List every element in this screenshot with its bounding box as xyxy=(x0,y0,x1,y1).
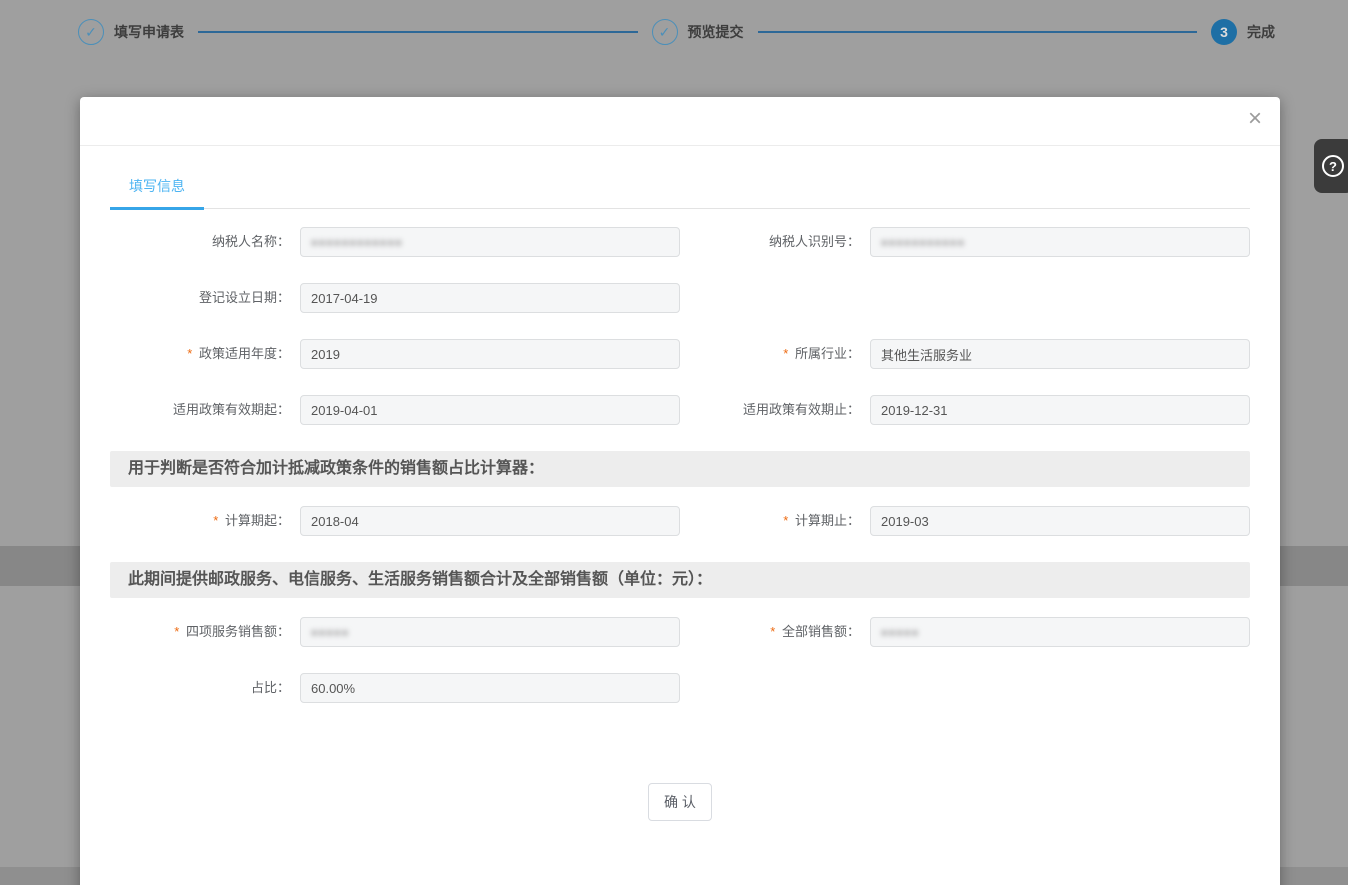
four-services-sales-input[interactable]: ●●●●● xyxy=(300,617,680,647)
stepper-step-preview-submit: ✓ 预览提交 xyxy=(651,19,744,45)
ratio-label: 占比： xyxy=(250,680,290,695)
redacted-value: ●●●●● xyxy=(311,627,350,639)
step-number-badge: 3 xyxy=(1211,19,1237,45)
required-marker: * xyxy=(213,513,219,528)
stepper-step-fill-form: ✓ 填写申请表 xyxy=(78,19,184,45)
fill-info-dialog: × 填写信息 纳税人名称： ●●●●●●●●●●●● 纳税人识别号： ●●●●●… xyxy=(80,97,1280,885)
valid-to-input[interactable] xyxy=(870,395,1250,425)
question-mark-icon: ? xyxy=(1322,155,1344,177)
calc-to-input[interactable] xyxy=(870,506,1250,536)
tab-bar: 填写信息 xyxy=(110,146,1250,210)
page: ✓ 填写申请表 ✓ 预览提交 3 完成 × 填写信息 纳税人名称： ●●●●●●… xyxy=(0,0,1348,885)
taxpayer-id-label: 纳税人识别号： xyxy=(768,234,860,249)
industry-label: * 所属行业： xyxy=(783,346,860,361)
application-form: 纳税人名称： ●●●●●●●●●●●● 纳税人识别号： ●●●●●●●●●●● xyxy=(110,209,1250,821)
total-sales-label: * 全部销售额： xyxy=(770,624,860,639)
form-row: * 四项服务销售额： ●●●●● * 全部销售额： ●●●●● xyxy=(110,617,1250,647)
form-row: * 政策适用年度： * 所属行业： xyxy=(110,339,1250,369)
dialog-header: × xyxy=(80,97,1280,146)
step-label: 完成 xyxy=(1247,24,1275,40)
step-label: 填写申请表 xyxy=(114,24,184,40)
check-circle-icon: ✓ xyxy=(78,19,104,45)
redacted-value: ●●●●● xyxy=(881,627,920,639)
taxpayer-name-input[interactable]: ●●●●●●●●●●●● xyxy=(300,227,680,257)
taxpayer-name-label: 纳税人名称： xyxy=(211,234,290,249)
stepper-step-complete: 3 完成 xyxy=(1211,19,1275,45)
form-row: 纳税人名称： ●●●●●●●●●●●● 纳税人识别号： ●●●●●●●●●●● xyxy=(110,227,1250,257)
help-button[interactable]: ? xyxy=(1314,139,1348,193)
calc-from-label: * 计算期起： xyxy=(213,513,290,528)
stepper-connector xyxy=(198,31,638,33)
check-circle-icon: ✓ xyxy=(651,19,678,45)
section-header-ratio-calculator: 用于判断是否符合加计抵减政策条件的销售额占比计算器： xyxy=(110,451,1250,487)
section-header-sales-totals: 此期间提供邮政服务、电信服务、生活服务销售额合计及全部销售额（单位：元）： xyxy=(110,562,1250,598)
policy-year-input[interactable] xyxy=(300,339,680,369)
confirm-button[interactable]: 确 认 xyxy=(648,783,712,821)
step-label: 预览提交 xyxy=(687,24,744,40)
taxpayer-id-input[interactable]: ●●●●●●●●●●● xyxy=(870,227,1250,257)
four-services-sales-label: * 四项服务销售额： xyxy=(174,624,290,639)
required-marker: * xyxy=(783,513,789,528)
ratio-input[interactable] xyxy=(300,673,680,703)
required-marker: * xyxy=(187,346,193,361)
stepper-connector xyxy=(757,31,1197,33)
wizard-stepper: ✓ 填写申请表 ✓ 预览提交 3 完成 xyxy=(0,0,1348,64)
total-sales-input[interactable]: ●●●●● xyxy=(870,617,1250,647)
register-date-input[interactable] xyxy=(300,283,680,313)
valid-from-label: 适用政策有效期起： xyxy=(172,402,290,417)
redacted-value: ●●●●●●●●●●●● xyxy=(311,237,403,249)
policy-year-label: * 政策适用年度： xyxy=(187,346,290,361)
calc-to-label: * 计算期止： xyxy=(783,513,860,528)
valid-to-label: 适用政策有效期止： xyxy=(742,402,860,417)
industry-input[interactable] xyxy=(870,339,1250,369)
redacted-value: ●●●●●●●●●●● xyxy=(881,237,966,249)
form-row: * 计算期起： * 计算期止： xyxy=(110,506,1250,536)
valid-from-input[interactable] xyxy=(300,395,680,425)
close-icon[interactable]: × xyxy=(1248,107,1262,131)
dialog-body: 填写信息 纳税人名称： ●●●●●●●●●●●● 纳税人识别号： ●●●●●●●… xyxy=(80,146,1280,821)
form-row: 占比： xyxy=(110,673,1250,703)
register-date-label: 登记设立日期： xyxy=(198,290,290,305)
tab-fill-info[interactable]: 填写信息 xyxy=(110,166,204,210)
required-marker: * xyxy=(174,624,180,639)
calc-from-input[interactable] xyxy=(300,506,680,536)
required-marker: * xyxy=(783,346,789,361)
required-marker: * xyxy=(770,624,776,639)
form-row: 适用政策有效期起： 适用政策有效期止： xyxy=(110,395,1250,425)
form-row: 登记设立日期： xyxy=(110,283,1250,313)
dialog-footer: 确 认 xyxy=(110,783,1250,821)
